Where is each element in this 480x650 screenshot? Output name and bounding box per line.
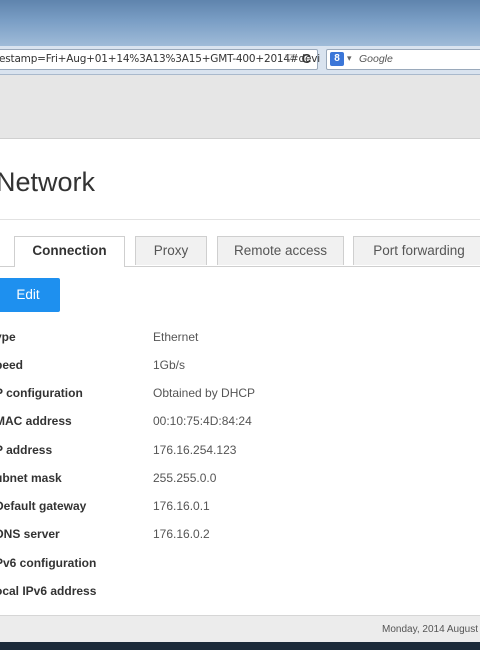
field-value: Ethernet <box>153 330 199 344</box>
field-label: DNS server <box>0 527 60 541</box>
field-label: Default gateway <box>0 499 87 513</box>
footer-date: Monday, 2014 August <box>382 624 478 635</box>
field-row-type: ype Ethernet <box>0 330 480 350</box>
browser-toolbar: estamp=Fri+Aug+01+14%3A13%3A15+GMT-400+2… <box>0 46 480 75</box>
field-label: peed <box>0 358 24 372</box>
field-row-subnet-mask: ubnet mask 255.255.0.0 <box>0 471 480 491</box>
network-panel: Network Connection Proxy Remote access P… <box>0 139 480 615</box>
field-value: 255.255.0.0 <box>153 471 217 485</box>
page-header <box>0 75 480 139</box>
window-titlebar <box>0 0 480 46</box>
title-divider <box>0 219 480 220</box>
tab-proxy[interactable]: Proxy <box>135 236 207 265</box>
search-engine-dropdown-icon[interactable]: ▾ <box>347 53 352 64</box>
search-input[interactable]: Google <box>359 53 393 65</box>
field-row-default-gateway: Default gateway 176.16.0.1 <box>0 499 480 519</box>
field-label: ocal IPv6 address <box>0 584 97 598</box>
google-search-engine-icon[interactable]: 8 <box>330 52 344 66</box>
tab-connection[interactable]: Connection <box>14 236 125 267</box>
field-value: Obtained by DHCP <box>153 386 256 400</box>
reload-icon[interactable]: C <box>302 51 311 66</box>
field-label: MAC address <box>0 414 72 428</box>
tab-port-forwarding[interactable]: Port forwarding <box>353 236 480 265</box>
field-label: P address <box>0 443 53 457</box>
field-value: 176.16.0.2 <box>153 527 210 541</box>
history-dropdown-icon[interactable]: ▽ <box>285 53 293 64</box>
field-row-mac-address: MAC address 00:10:75:4D:84:24 <box>0 414 480 434</box>
field-row-local-ipv6-address: ocal IPv6 address <box>0 584 480 604</box>
field-label: Pv6 configuration <box>0 556 97 570</box>
field-value: 176.16.254.123 <box>153 443 237 457</box>
address-url[interactable]: estamp=Fri+Aug+01+14%3A13%3A15+GMT-400+2… <box>0 53 320 65</box>
field-row-speed: peed 1Gb/s <box>0 358 480 378</box>
field-value: 1Gb/s <box>153 358 186 372</box>
field-row-ipv6-configuration: Pv6 configuration <box>0 556 480 576</box>
field-value: 00:10:75:4D:84:24 <box>153 414 252 428</box>
edit-button[interactable]: Edit <box>0 278 60 312</box>
page-title: Network <box>0 167 96 197</box>
search-bar[interactable]: 8 ▾ Google <box>326 49 480 70</box>
field-value: 176.16.0.1 <box>153 499 210 513</box>
field-row-ip-address: P address 176.16.254.123 <box>0 443 480 463</box>
field-label: ubnet mask <box>0 471 62 485</box>
field-label: P configuration <box>0 386 83 400</box>
page-footer: Monday, 2014 August <box>0 615 480 643</box>
os-taskbar <box>0 642 480 650</box>
tab-bar: Connection Proxy Remote access Port forw… <box>0 236 480 267</box>
field-row-ip-configuration: P configuration Obtained by DHCP <box>0 386 480 406</box>
field-label: ype <box>0 330 16 344</box>
field-row-dns-server: DNS server 176.16.0.2 <box>0 527 480 547</box>
tab-remote-access[interactable]: Remote access <box>217 236 344 265</box>
address-bar[interactable]: estamp=Fri+Aug+01+14%3A13%3A15+GMT-400+2… <box>0 49 320 70</box>
